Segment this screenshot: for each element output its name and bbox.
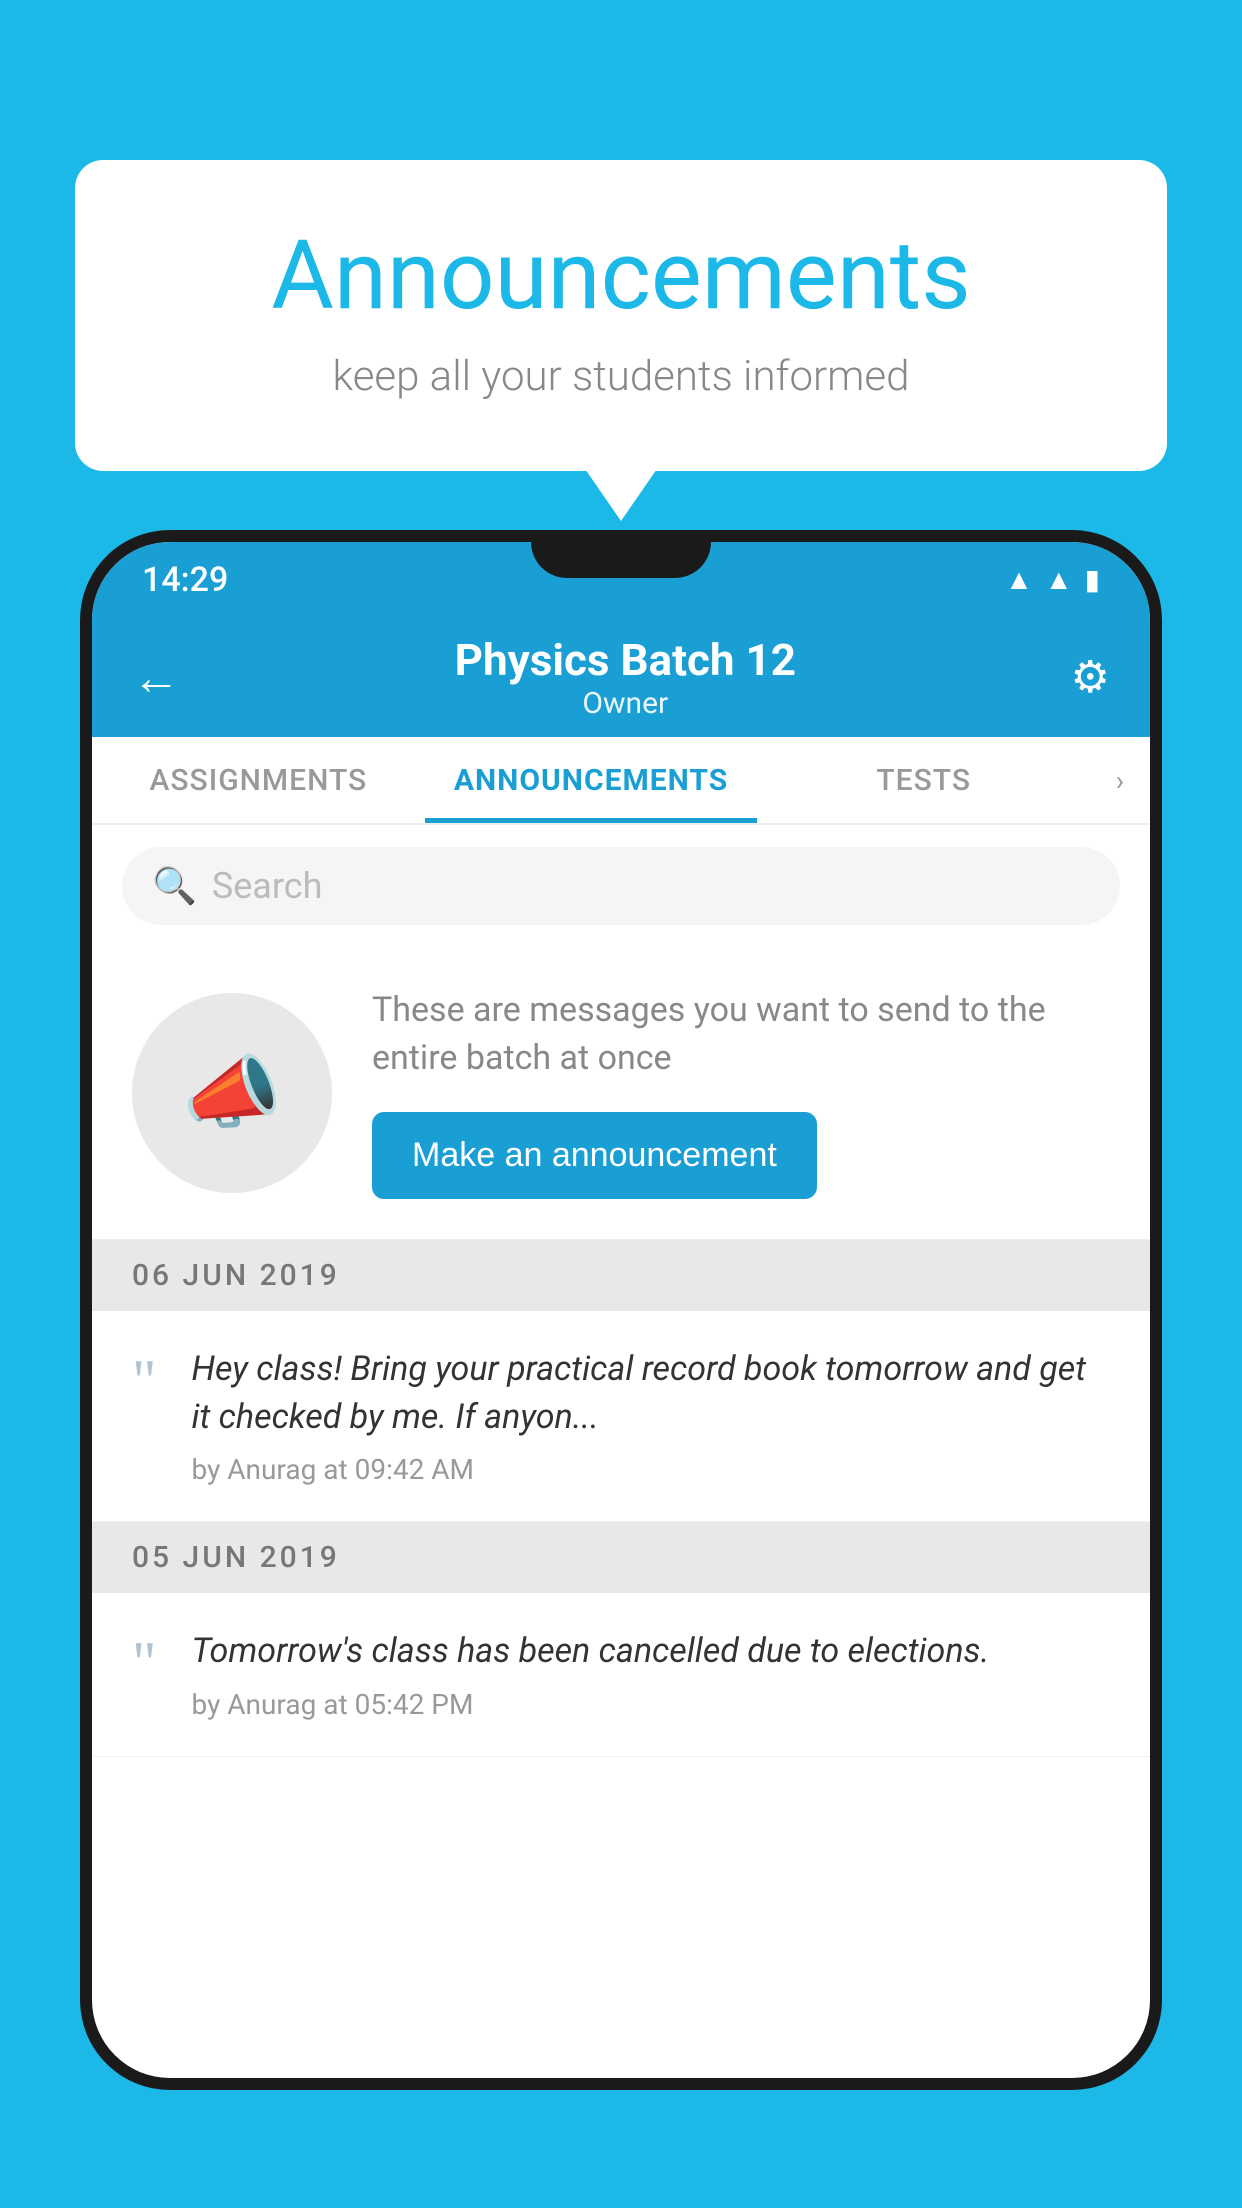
- speech-bubble: Announcements keep all your students inf…: [75, 160, 1167, 471]
- search-bar[interactable]: 🔍 Search: [122, 847, 1120, 925]
- prompt-right: These are messages you want to send to t…: [372, 987, 1110, 1199]
- announcement-meta-1: by Anurag at 09:42 AM: [192, 1453, 1111, 1486]
- date-separator-1: 06 JUN 2019: [92, 1240, 1150, 1311]
- back-button[interactable]: ←: [132, 649, 180, 706]
- phone-outer: 14:29 ▲ ▲ ▮ ← Physics Batch 12 Owner ⚙: [80, 530, 1162, 2090]
- announcement-content-1: Hey class! Bring your practical record b…: [192, 1346, 1111, 1486]
- status-time: 14:29: [142, 560, 228, 600]
- quote-icon-2: ": [132, 1633, 157, 1693]
- wifi-icon: ▲: [1005, 563, 1033, 596]
- header-title: Physics Batch 12: [455, 634, 796, 686]
- announcement-prompt: 📣 These are messages you want to send to…: [92, 947, 1150, 1240]
- tab-tests[interactable]: TESTS: [757, 737, 1090, 823]
- header-subtitle: Owner: [455, 686, 796, 721]
- quote-icon-1: ": [132, 1351, 157, 1411]
- tab-announcements[interactable]: ANNOUNCEMENTS: [425, 737, 758, 823]
- tab-assignments[interactable]: ASSIGNMENTS: [92, 737, 425, 823]
- search-container: 🔍 Search: [92, 825, 1150, 947]
- phone-notch: [531, 530, 711, 578]
- phone-screen: 14:29 ▲ ▲ ▮ ← Physics Batch 12 Owner ⚙: [92, 542, 1150, 2078]
- search-placeholder: Search: [212, 865, 323, 907]
- megaphone-circle: 📣: [132, 993, 332, 1193]
- announcement-item-2[interactable]: " Tomorrow's class has been cancelled du…: [92, 1593, 1150, 1757]
- app-header: ← Physics Batch 12 Owner ⚙: [92, 617, 1150, 737]
- speech-bubble-container: Announcements keep all your students inf…: [75, 160, 1167, 471]
- announcement-meta-2: by Anurag at 05:42 PM: [192, 1688, 1111, 1721]
- speech-bubble-title: Announcements: [155, 220, 1087, 332]
- search-icon: 🔍: [152, 865, 197, 907]
- announcement-content-2: Tomorrow's class has been cancelled due …: [192, 1628, 1111, 1721]
- announcement-text-1: Hey class! Bring your practical record b…: [192, 1346, 1111, 1441]
- announcement-item-1[interactable]: " Hey class! Bring your practical record…: [92, 1311, 1150, 1522]
- make-announcement-button[interactable]: Make an announcement: [372, 1112, 817, 1199]
- header-center: Physics Batch 12 Owner: [455, 634, 796, 721]
- settings-button[interactable]: ⚙: [1071, 651, 1110, 703]
- speech-bubble-subtitle: keep all your students informed: [155, 352, 1087, 401]
- status-icons: ▲ ▲ ▮: [1005, 563, 1100, 596]
- tab-more[interactable]: ›: [1090, 737, 1150, 823]
- date-separator-2: 05 JUN 2019: [92, 1522, 1150, 1593]
- prompt-description: These are messages you want to send to t…: [372, 987, 1110, 1082]
- phone-container: 14:29 ▲ ▲ ▮ ← Physics Batch 12 Owner ⚙: [80, 530, 1162, 2208]
- megaphone-icon: 📣: [182, 1046, 282, 1140]
- signal-icon: ▲: [1045, 563, 1073, 596]
- announcement-text-2: Tomorrow's class has been cancelled due …: [192, 1628, 1111, 1676]
- tab-bar: ASSIGNMENTS ANNOUNCEMENTS TESTS ›: [92, 737, 1150, 825]
- battery-icon: ▮: [1085, 563, 1100, 596]
